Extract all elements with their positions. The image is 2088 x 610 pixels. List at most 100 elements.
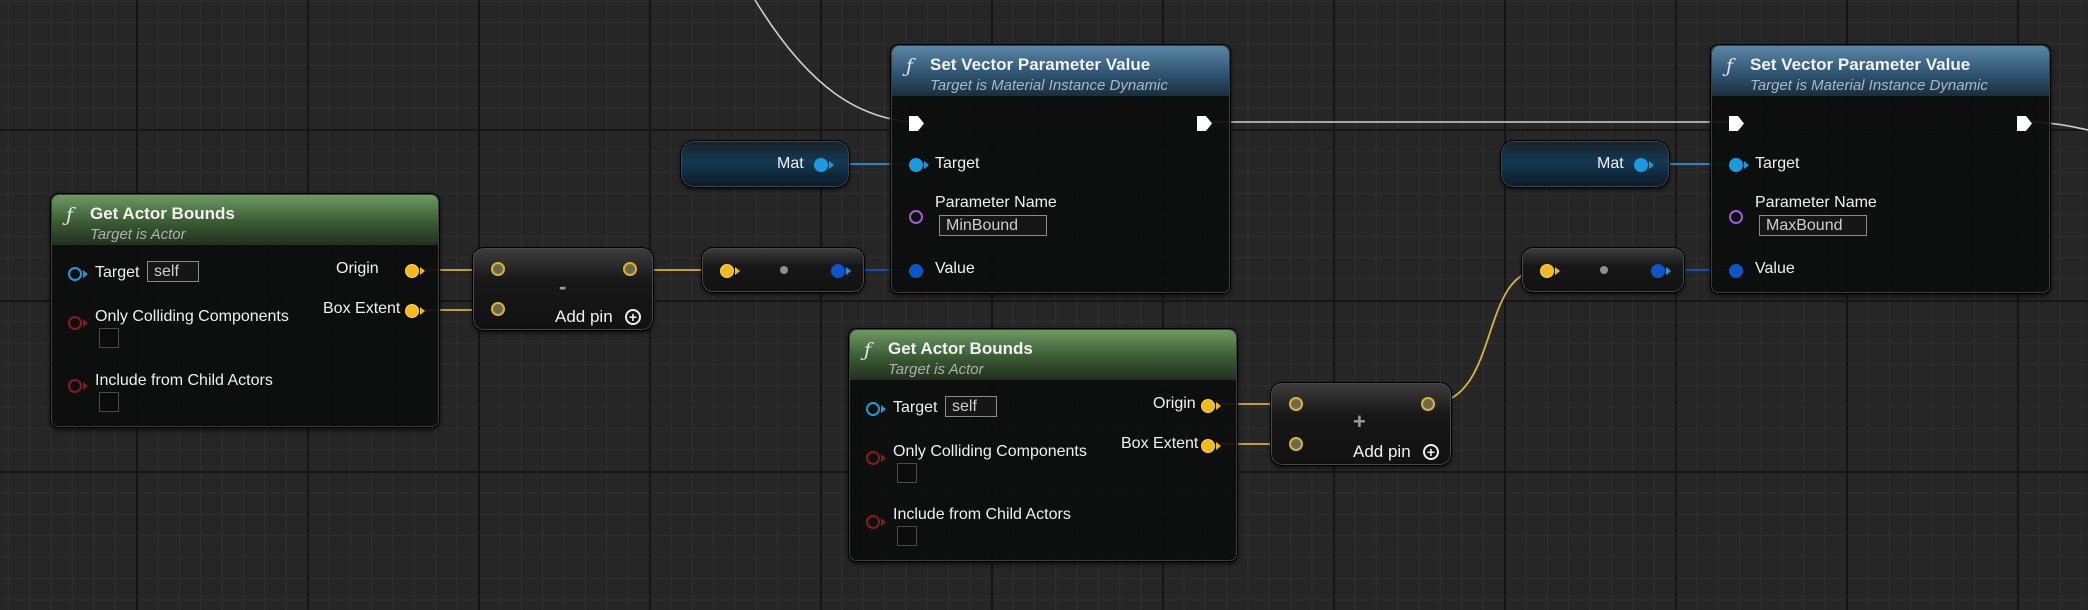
include-child-checkbox[interactable] <box>99 392 119 412</box>
target-label: Target <box>935 155 980 172</box>
include-child-checkbox[interactable] <box>897 526 917 546</box>
parameter-name-label: Parameter Name <box>935 194 1057 211</box>
pin-arrow-icon <box>1666 267 1671 275</box>
exec-wire-incoming <box>754 0 913 123</box>
reroute-input-pin[interactable] <box>1540 264 1554 278</box>
include-child-pin[interactable] <box>68 379 82 393</box>
get-actor-bounds-node-1[interactable]: ƒ Get Actor Bounds Target is Actor Targe… <box>50 193 440 428</box>
target-pin[interactable] <box>68 267 82 281</box>
node-subtitle: Target is Actor <box>888 361 984 378</box>
mat-variable-label: Mat <box>1597 155 1624 172</box>
exec-output-pin[interactable] <box>1196 115 1213 132</box>
pin-arrow-icon <box>83 270 88 278</box>
origin-label: Origin <box>336 260 379 277</box>
pin-arrow-icon <box>420 307 425 315</box>
target-label: Target <box>893 399 938 416</box>
reroute-node-2[interactable] <box>1521 247 1685 293</box>
add-pin-plus-icon[interactable]: + <box>1423 444 1439 460</box>
mat-output-pin[interactable] <box>814 158 828 172</box>
add-operator: + <box>1353 409 1366 434</box>
node-header: ƒ Set Vector Parameter Value Target is M… <box>1712 46 2049 96</box>
origin-pin[interactable] <box>1201 399 1215 413</box>
only-colliding-checkbox[interactable] <box>897 463 917 483</box>
parameter-name-pin[interactable] <box>1729 210 1743 224</box>
add-input-b-pin[interactable] <box>1289 437 1303 451</box>
exec-output-pin[interactable] <box>2016 115 2033 132</box>
target-pin[interactable] <box>866 402 880 416</box>
parameter-name-field[interactable]: MaxBound <box>1759 215 1867 236</box>
mat-variable-node-2[interactable]: Mat <box>1500 140 1670 188</box>
exec-input-pin[interactable] <box>1728 115 1745 132</box>
reroute-input-pin[interactable] <box>720 264 734 278</box>
node-header: ƒ Get Actor Bounds Target is Actor <box>850 330 1236 380</box>
parameter-name-field[interactable]: MinBound <box>939 215 1047 236</box>
add-pin-button[interactable]: Add pin <box>1353 442 1411 462</box>
subtract-operator: - <box>559 274 567 299</box>
box-extent-pin[interactable] <box>1201 439 1215 453</box>
add-pin-button[interactable]: Add pin <box>555 307 613 327</box>
pin-arrow-icon <box>1216 402 1221 410</box>
origin-label: Origin <box>1153 395 1196 412</box>
include-child-label: Include from Child Actors <box>893 506 1071 523</box>
parameter-name-pin[interactable] <box>909 210 923 224</box>
reroute-dot <box>780 266 788 274</box>
pin-arrow-icon <box>1555 267 1560 275</box>
target-pin[interactable] <box>909 158 923 172</box>
node-title: Get Actor Bounds <box>90 204 235 223</box>
pin-arrow-icon <box>881 405 886 413</box>
only-colliding-checkbox[interactable] <box>99 328 119 348</box>
only-colliding-label: Only Colliding Components <box>95 308 289 325</box>
parameter-name-label: Parameter Name <box>1755 194 1877 211</box>
target-label: Target <box>1755 155 1800 172</box>
node-header: ƒ Set Vector Parameter Value Target is M… <box>892 46 1229 96</box>
function-icon: ƒ <box>906 55 914 77</box>
pin-arrow-icon <box>420 267 425 275</box>
mat-variable-label: Mat <box>777 155 804 172</box>
node-title: Set Vector Parameter Value <box>930 55 1151 74</box>
node-subtitle: Target is Material Instance Dynamic <box>1750 77 1988 94</box>
set-vector-param-node-2[interactable]: ƒ Set Vector Parameter Value Target is M… <box>1710 44 2051 294</box>
set-vector-param-node-1[interactable]: ƒ Set Vector Parameter Value Target is M… <box>890 44 1231 294</box>
reroute-dot <box>1600 266 1608 274</box>
pin-arrow-icon <box>881 454 886 462</box>
add-vector-node[interactable]: + Add pin + <box>1270 382 1452 466</box>
node-subtitle: Target is Material Instance Dynamic <box>930 77 1168 94</box>
exec-input-pin[interactable] <box>908 115 925 132</box>
subtract-input-a-pin[interactable] <box>491 262 505 276</box>
only-colliding-pin[interactable] <box>68 316 82 330</box>
pin-arrow-icon <box>846 267 851 275</box>
only-colliding-pin[interactable] <box>866 451 880 465</box>
mat-variable-node-1[interactable]: Mat <box>680 140 850 188</box>
pin-arrow-icon <box>83 382 88 390</box>
reroute-node-1[interactable] <box>701 247 865 293</box>
pin-arrow-icon <box>1649 161 1654 169</box>
subtract-output-pin[interactable] <box>623 262 637 276</box>
add-pin-plus-icon[interactable]: + <box>625 309 641 325</box>
value-label: Value <box>935 260 975 277</box>
target-self-field[interactable]: self <box>945 396 997 417</box>
value-pin[interactable] <box>909 264 923 278</box>
add-input-a-pin[interactable] <box>1289 397 1303 411</box>
subtract-input-b-pin[interactable] <box>491 302 505 316</box>
function-icon: ƒ <box>864 339 872 361</box>
box-extent-label: Box Extent <box>1121 435 1199 452</box>
subtract-vector-node[interactable]: - Add pin + <box>472 247 654 331</box>
pin-arrow-icon <box>924 161 929 169</box>
reroute-output-pin[interactable] <box>831 264 845 278</box>
pin-arrow-icon <box>829 161 834 169</box>
value-pin[interactable] <box>1729 264 1743 278</box>
mat-output-pin[interactable] <box>1634 158 1648 172</box>
value-label: Value <box>1755 260 1795 277</box>
target-label: Target <box>95 264 140 281</box>
pin-arrow-icon <box>83 319 88 327</box>
function-icon: ƒ <box>66 204 74 226</box>
add-output-pin[interactable] <box>1421 397 1435 411</box>
get-actor-bounds-node-2[interactable]: ƒ Get Actor Bounds Target is Actor Targe… <box>848 328 1238 562</box>
reroute-output-pin[interactable] <box>1651 264 1665 278</box>
box-extent-label: Box Extent <box>323 300 401 317</box>
origin-pin[interactable] <box>405 264 419 278</box>
target-pin[interactable] <box>1729 158 1743 172</box>
include-child-pin[interactable] <box>866 515 880 529</box>
box-extent-pin[interactable] <box>405 304 419 318</box>
target-self-field[interactable]: self <box>147 261 199 282</box>
